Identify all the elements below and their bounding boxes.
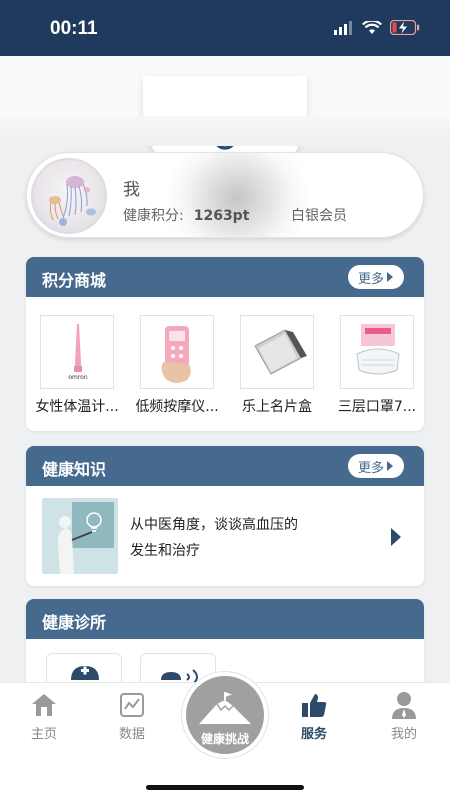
article-thumbnail[interactable] <box>42 498 118 574</box>
product-item[interactable]: 乐上名片盒 <box>240 315 314 415</box>
article-title-line1: 从中医角度，谈谈高血压的 <box>130 517 298 533</box>
membership-level: 白银会员 <box>291 208 347 224</box>
points-mall-more-button[interactable]: 更多 <box>348 265 404 289</box>
home-indicator[interactable] <box>146 785 304 790</box>
product-name: 三层口罩7... <box>337 399 417 415</box>
health-knowledge-more-button[interactable]: 更多 <box>348 454 404 478</box>
profile-card[interactable]: 我 健康积分: 1263pt 白银会员 <box>26 152 424 238</box>
product-item[interactable]: 低频按摩仪... <box>135 315 219 415</box>
points-mall-header: 积分商城 更多 <box>26 257 424 297</box>
health-challenge-label: 健康挑战 <box>200 732 249 746</box>
health-clinic-title: 健康诊所 <box>42 613 107 632</box>
profile-card-shine <box>167 153 307 237</box>
product-name: 女性体温计... <box>35 399 119 415</box>
product-image-thermometer: omron <box>40 315 114 389</box>
health-points-value: 1263pt <box>193 208 250 224</box>
tab-home-label: 主页 <box>30 727 57 742</box>
battery-charging-icon <box>390 20 420 35</box>
points-mall-more-label: 更多 <box>357 271 384 287</box>
product-item[interactable]: 三层口罩7... <box>338 315 416 415</box>
tab-mine[interactable]: 我的 <box>369 689 439 742</box>
health-knowledge-card: 健康知识 更多 从中医角度，谈谈高血压的 发生和治疗 <box>26 446 424 586</box>
points-mall-title: 积分商城 <box>42 271 107 290</box>
avatar[interactable] <box>31 158 107 234</box>
tab-data-label: 数据 <box>118 727 145 742</box>
health-points-label: 健康积分: <box>123 208 184 224</box>
tab-service[interactable]: 服务 <box>279 689 349 742</box>
user-icon <box>392 692 416 719</box>
jellyfish-avatar-image <box>49 176 96 226</box>
caret-right-icon[interactable] <box>390 528 402 546</box>
top-area: 服务 <box>0 56 450 192</box>
health-points: 健康积分: 1263pt <box>123 205 249 225</box>
health-knowledge-title: 健康知识 <box>42 460 107 479</box>
health-clinic-header: 健康诊所 <box>26 599 424 639</box>
top-fade <box>0 116 450 146</box>
caret-right-icon <box>387 461 393 471</box>
thumbs-up-icon <box>302 694 327 717</box>
signal-icon <box>334 20 352 35</box>
health-knowledge-more-label: 更多 <box>357 460 384 476</box>
product-image-card-case <box>240 315 314 389</box>
article-title-line2: 发生和治疗 <box>130 543 200 559</box>
product-name: 低频按摩仪... <box>135 399 219 415</box>
status-bar: 00:11 <box>0 0 450 56</box>
points-mall-card: 积分商城 更多 omron 女性体温计... 低频按摩仪... 乐上名片盒 三层… <box>26 257 424 431</box>
status-icons <box>334 20 420 35</box>
tab-service-label: 服务 <box>300 727 327 742</box>
health-challenge-button[interactable]: 健康挑战 <box>182 672 268 758</box>
home-icon <box>32 694 56 716</box>
caret-right-icon <box>387 272 393 282</box>
profile-name: 我 <box>123 180 140 200</box>
svg-text:omron: omron <box>68 374 88 381</box>
data-chart-icon <box>120 693 144 717</box>
wifi-icon <box>362 20 382 34</box>
article-title[interactable]: 从中医角度，谈谈高血压的 发生和治疗 <box>130 512 360 564</box>
health-knowledge-header: 健康知识 更多 <box>26 446 424 486</box>
status-time: 00:11 <box>50 18 98 39</box>
tab-mine-label: 我的 <box>390 727 417 742</box>
tab-data[interactable]: 数据 <box>97 689 167 742</box>
product-item[interactable]: omron 女性体温计... <box>35 315 119 415</box>
tab-home[interactable]: 主页 <box>9 689 79 742</box>
product-image-massager <box>140 315 214 389</box>
product-name: 乐上名片盒 <box>242 399 312 415</box>
product-image-mask <box>340 315 414 389</box>
mountain-flag-icon <box>199 692 251 724</box>
